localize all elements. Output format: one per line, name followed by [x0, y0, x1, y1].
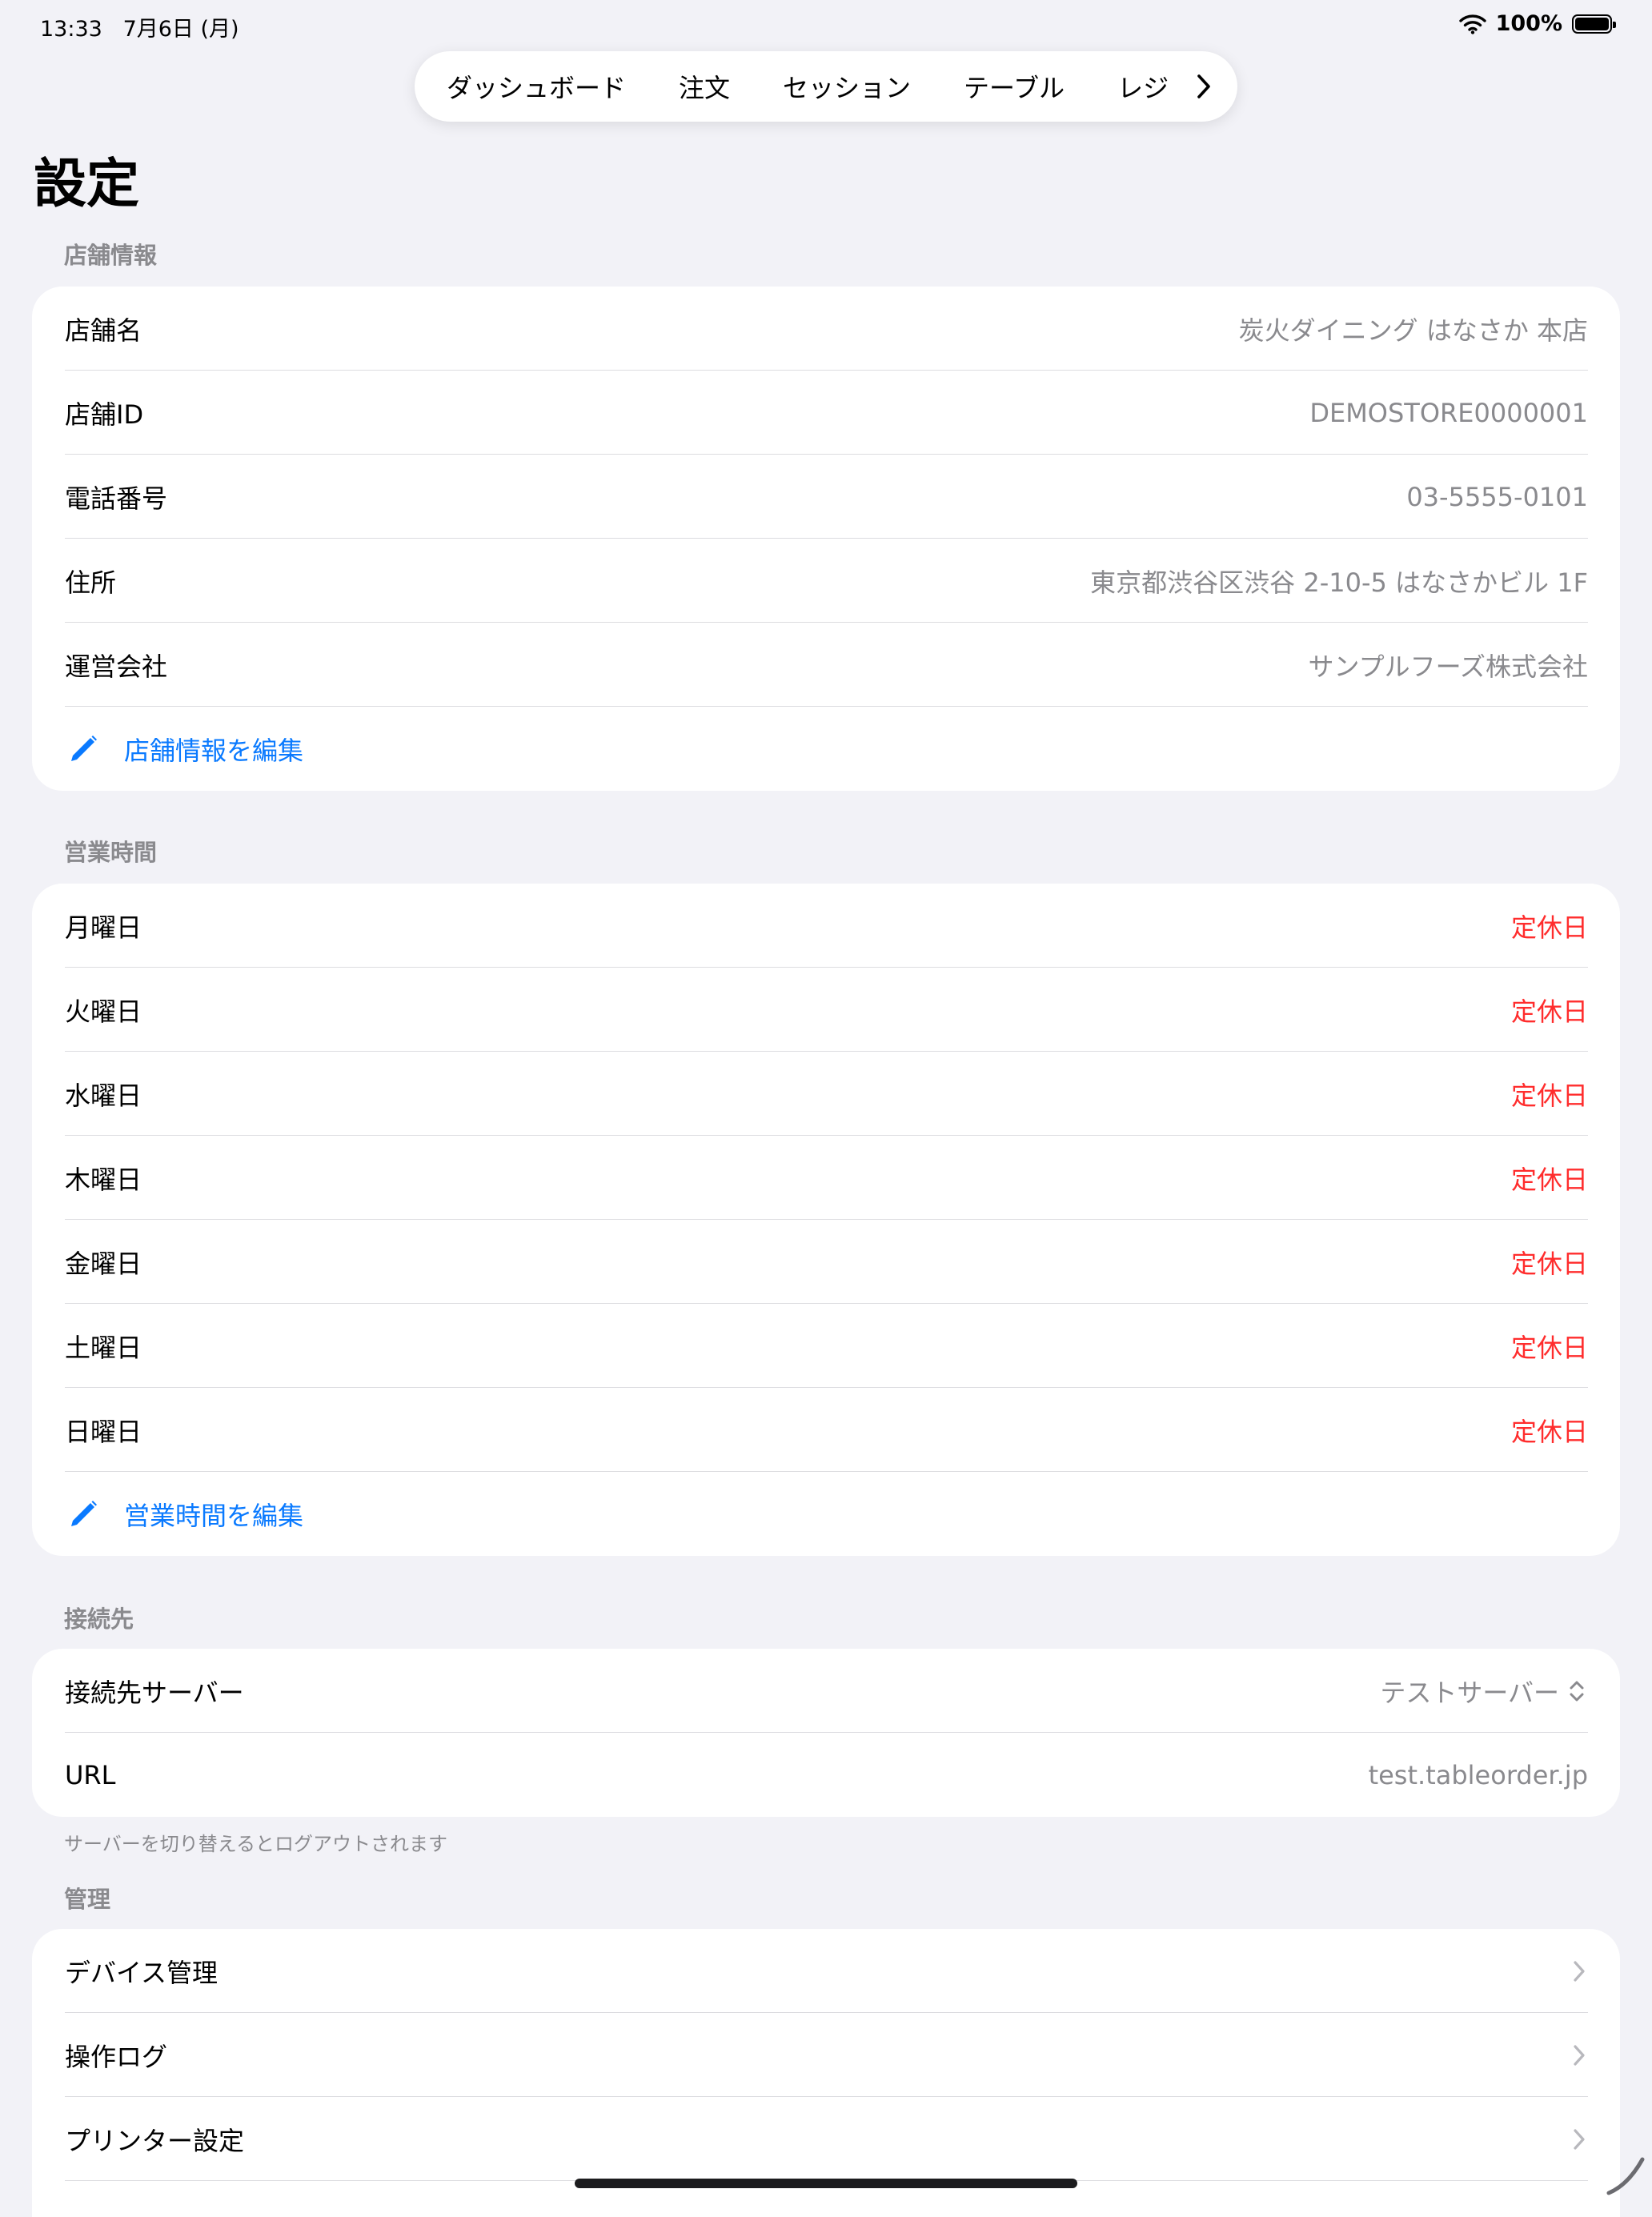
- row-label: デバイス管理: [65, 1957, 219, 1988]
- pencil-hover-indicator-icon: [1606, 2157, 1645, 2195]
- row-label: 日曜日: [65, 1416, 142, 1447]
- hours-row-saturday: 土曜日 定休日: [32, 1304, 1620, 1388]
- top-tab-bar: ダッシュボード 注文 セッション テーブル レジ: [415, 51, 1237, 122]
- row-label: 木曜日: [65, 1164, 142, 1195]
- url-value: test.tableorder.jp: [1368, 1759, 1588, 1790]
- closed-status: 定休日: [1510, 1248, 1588, 1279]
- store-id-row: 店舗ID DEMOSTORE0000001: [32, 371, 1620, 455]
- chevron-right-icon: [1574, 2128, 1585, 2150]
- server-select-value[interactable]: テストサーバー: [1380, 1673, 1559, 1710]
- row-label: 水曜日: [65, 1080, 142, 1111]
- section-header-hours: 営業時間: [64, 839, 158, 866]
- edit-store-info-button[interactable]: 店舗情報を編集: [32, 707, 1620, 791]
- tab-dashboard[interactable]: ダッシュボード: [447, 68, 626, 105]
- battery-percent: 100%: [1495, 11, 1562, 36]
- printer-settings-row[interactable]: プリンター設定: [32, 2097, 1620, 2181]
- chevron-right-icon: [1197, 74, 1210, 98]
- section-header-store-info: 店舗情報: [64, 242, 158, 269]
- row-label: プリンター設定: [65, 2125, 245, 2156]
- row-value: 03-5555-0101: [1406, 481, 1588, 512]
- row-label: 電話番号: [65, 483, 168, 514]
- battery-icon: [1572, 14, 1616, 34]
- row-label: 運営会社: [65, 651, 168, 682]
- row-label: 月曜日: [65, 912, 142, 943]
- operation-log-row[interactable]: 操作ログ: [32, 2013, 1620, 2097]
- closed-status: 定休日: [1510, 912, 1588, 943]
- management-card: デバイス管理 操作ログ プリンター設定: [32, 1929, 1620, 2217]
- closed-status: 定休日: [1510, 1332, 1588, 1363]
- store-name-row: 店舗名 炭火ダイニング はなさか 本店: [32, 287, 1620, 371]
- device-management-row[interactable]: デバイス管理: [32, 1929, 1620, 2013]
- row-label: 接続先サーバー: [65, 1677, 244, 1708]
- hours-row-sunday: 日曜日 定休日: [32, 1388, 1620, 1472]
- chevron-right-icon: [1574, 2044, 1585, 2066]
- chevron-right-icon: [1574, 1960, 1585, 1982]
- closed-status: 定休日: [1510, 1416, 1588, 1447]
- hours-row-friday: 金曜日 定休日: [32, 1220, 1620, 1304]
- address-row: 住所 東京都渋谷区渋谷 2-10-5 はなさかビル 1F: [32, 539, 1620, 623]
- tab-more-button[interactable]: [1185, 67, 1223, 106]
- row-label: 操作ログ: [65, 2041, 168, 2072]
- chevron-up-down-icon: [1570, 1681, 1584, 1701]
- hours-card: 月曜日 定休日 火曜日 定休日 水曜日 定休日 木曜日 定休日 金曜日 定休日 土曜日 定休…: [32, 884, 1620, 1556]
- store-info-card: 店舗名 炭火ダイニング はなさか 本店 店舗ID DEMOSTORE0000001 …: [32, 287, 1620, 791]
- pencil-icon: [71, 735, 97, 761]
- status-time: 13:33 7月6日 (月): [40, 17, 239, 42]
- section-header-management: 管理: [64, 1886, 111, 1913]
- hours-row-wednesday: 水曜日 定休日: [32, 1052, 1620, 1136]
- tab-orders[interactable]: 注文: [679, 68, 730, 105]
- action-label: 店舗情報を編集: [124, 735, 304, 766]
- hours-row-monday: 月曜日 定休日: [32, 884, 1620, 968]
- edit-hours-button[interactable]: 営業時間を編集: [32, 1472, 1620, 1556]
- connection-card: 接続先サーバー テストサーバー URL test.tableorder.jp: [32, 1649, 1620, 1817]
- pencil-icon: [71, 1500, 97, 1526]
- row-label: 金曜日: [65, 1248, 142, 1279]
- hours-row-tuesday: 火曜日 定休日: [32, 968, 1620, 1052]
- row-value: 炭火ダイニング はなさか 本店: [1238, 315, 1588, 346]
- row-label: 店舗名: [65, 315, 142, 346]
- row-label: 土曜日: [65, 1332, 142, 1363]
- server-select-row[interactable]: 接続先サーバー テストサーバー: [32, 1649, 1620, 1733]
- row-value: サンプルフーズ株式会社: [1308, 651, 1588, 682]
- tab-register[interactable]: レジ: [1117, 68, 1169, 105]
- phone-row: 電話番号 03-5555-0101: [32, 455, 1620, 539]
- status-date: 7月6日 (月): [122, 17, 239, 42]
- tab-sessions[interactable]: セッション: [783, 68, 911, 105]
- wifi-icon: [1458, 14, 1486, 34]
- status-bar: 13:33 7月6日 (月) 100%: [0, 0, 1652, 51]
- action-label: 営業時間を編集: [124, 1500, 304, 1531]
- closed-status: 定休日: [1510, 1164, 1588, 1195]
- row-label: 店舗ID: [65, 399, 144, 430]
- home-indicator: [575, 2179, 1077, 2188]
- tab-tables[interactable]: テーブル: [964, 68, 1065, 105]
- row-label: 住所: [65, 567, 117, 598]
- url-row: URL test.tableorder.jp: [32, 1733, 1620, 1817]
- page-title: 設定: [34, 153, 139, 214]
- hours-row-thursday: 木曜日 定休日: [32, 1136, 1620, 1220]
- closed-status: 定休日: [1510, 1080, 1588, 1111]
- row-label: 火曜日: [65, 996, 142, 1027]
- row-value: DEMOSTORE0000001: [1309, 397, 1588, 428]
- section-header-connection: 接続先: [64, 1606, 134, 1633]
- row-label: URL: [65, 1759, 116, 1790]
- closed-status: 定休日: [1510, 996, 1588, 1027]
- company-row: 運営会社 サンプルフーズ株式会社: [32, 623, 1620, 707]
- row-value: 東京都渋谷区渋谷 2-10-5 はなさかビル 1F: [1090, 567, 1588, 598]
- server-switch-footnote: サーバーを切り替えるとログアウトされます: [64, 1833, 448, 1855]
